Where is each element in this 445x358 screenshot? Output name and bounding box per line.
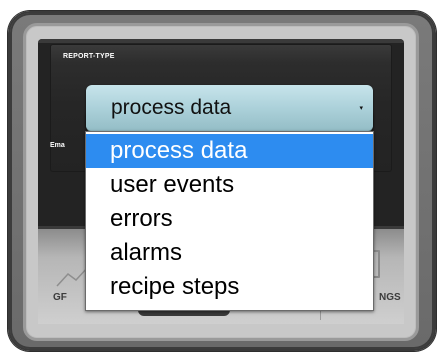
tab-graphs-label[interactable]: GF [53,292,67,303]
dropdown-option[interactable]: process data [86,134,373,168]
report-type-dropdown[interactable]: process data user events errors alarms r… [85,131,374,311]
tab-settings-label[interactable]: NGS [379,292,401,303]
dropdown-option[interactable]: recipe steps [86,270,373,304]
dropdown-option[interactable]: user events [86,168,373,202]
top-bar [38,39,404,43]
panel-title: REPORT-TYPE [63,53,115,60]
report-type-select-box[interactable]: process data ▾ [86,85,373,131]
chevron-down-icon: ▾ [359,105,363,112]
select-value: process data [111,96,232,119]
dropdown-option[interactable]: alarms [86,236,373,270]
dropdown-option[interactable]: errors [86,202,373,236]
email-label: Ema [50,142,65,149]
